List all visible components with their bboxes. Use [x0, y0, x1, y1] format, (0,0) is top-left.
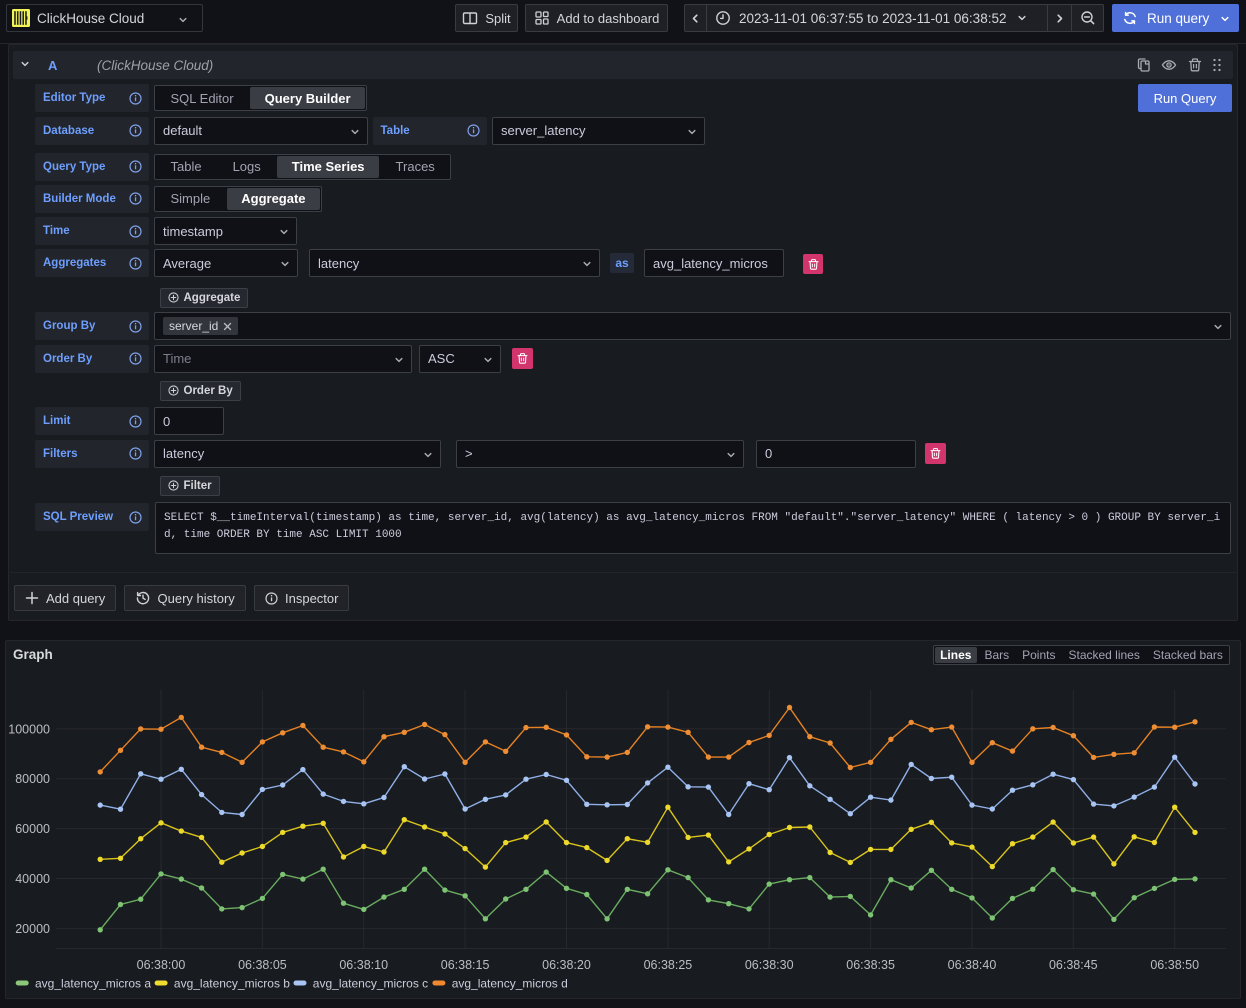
svg-text:06:38:50: 06:38:50	[1150, 958, 1199, 972]
svg-text:80000: 80000	[15, 772, 50, 786]
svg-text:100000: 100000	[8, 722, 50, 736]
svg-text:06:38:10: 06:38:10	[339, 958, 388, 972]
svg-text:06:38:30: 06:38:30	[745, 958, 794, 972]
svg-text:06:38:15: 06:38:15	[441, 958, 490, 972]
svg-text:avg_latency_micros b: avg_latency_micros b	[174, 977, 290, 991]
svg-text:avg_latency_micros a: avg_latency_micros a	[35, 977, 151, 991]
svg-text:06:38:25: 06:38:25	[644, 958, 693, 972]
svg-text:avg_latency_micros c: avg_latency_micros c	[313, 977, 428, 991]
svg-text:avg_latency_micros d: avg_latency_micros d	[452, 977, 568, 991]
svg-text:06:38:40: 06:38:40	[948, 958, 997, 972]
svg-text:06:38:20: 06:38:20	[542, 958, 591, 972]
svg-text:06:38:05: 06:38:05	[238, 958, 287, 972]
svg-text:06:38:35: 06:38:35	[846, 958, 895, 972]
svg-text:06:38:45: 06:38:45	[1049, 958, 1098, 972]
svg-text:20000: 20000	[15, 922, 50, 936]
svg-text:40000: 40000	[15, 872, 50, 886]
svg-text:60000: 60000	[15, 822, 50, 836]
svg-text:06:38:00: 06:38:00	[137, 958, 186, 972]
